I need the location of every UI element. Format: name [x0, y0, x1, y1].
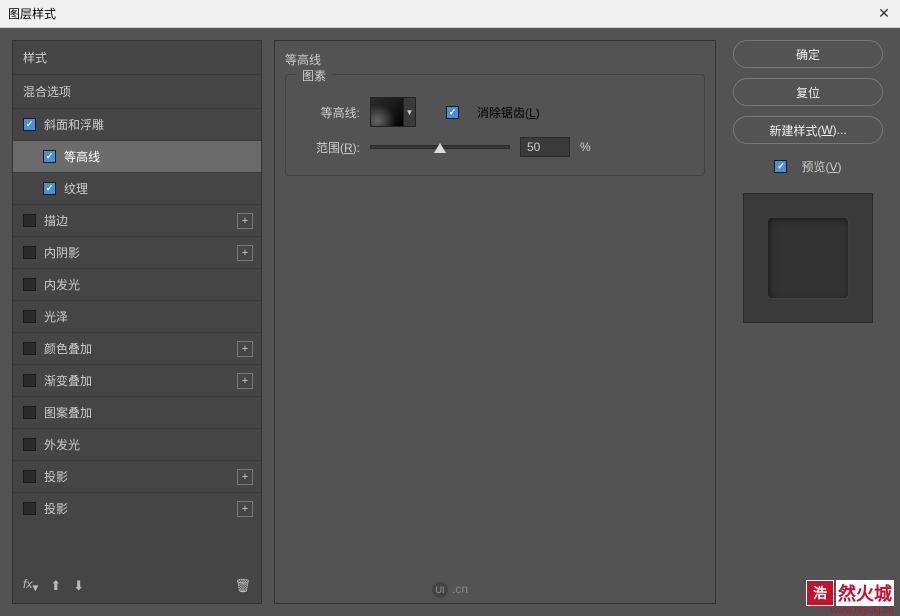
watermark-text: 然火城 — [836, 580, 894, 606]
contour-label: 等高线: — [300, 104, 360, 121]
settings-panel: 等高线 图素 等高线: ▼ 消除锯齿(L) 范围(R): % — [274, 40, 716, 604]
style-checkbox[interactable] — [43, 182, 56, 195]
panel-footer: fx▾ ⬆ ⬇ 🗑 — [13, 568, 261, 603]
style-checkbox[interactable] — [23, 278, 36, 291]
new-style-button[interactable]: 新建样式(W)... — [733, 116, 883, 144]
settings-title: 等高线 — [285, 51, 705, 68]
styles-panel: 样式 混合选项 斜面和浮雕等高线纹理描边 + 内阴影 + 内发光光泽颜色叠加 + 渐变叠加 +… — [12, 40, 262, 604]
preview-toggle[interactable]: 预览(V) — [774, 158, 841, 175]
ok-button[interactable]: 确定 — [733, 40, 883, 68]
style-item-label: 投影 — [44, 500, 68, 517]
style-item-1[interactable]: 等高线 — [13, 140, 261, 172]
style-checkbox[interactable] — [23, 438, 36, 451]
style-item-11[interactable]: 投影 + — [13, 460, 261, 492]
blend-options-header[interactable]: 混合选项 — [13, 74, 261, 108]
style-item-7[interactable]: 颜色叠加 + — [13, 332, 261, 364]
style-checkbox[interactable] — [23, 342, 36, 355]
elements-fieldset: 图素 等高线: ▼ 消除锯齿(L) 范围(R): % — [285, 74, 705, 176]
style-item-label: 外发光 — [44, 436, 80, 453]
style-item-label: 内阴影 — [44, 244, 80, 261]
style-checkbox[interactable] — [23, 310, 36, 323]
style-item-label: 斜面和浮雕 — [44, 116, 104, 133]
range-unit: % — [580, 140, 591, 154]
preview-thumbnail — [743, 193, 873, 323]
style-item-label: 描边 — [44, 212, 68, 229]
preview-sample — [768, 218, 848, 298]
style-item-label: 等高线 — [64, 148, 100, 165]
trash-icon[interactable]: 🗑 — [234, 578, 251, 594]
preview-checkbox[interactable] — [774, 160, 787, 173]
close-icon[interactable]: ✕ — [876, 6, 892, 22]
style-checkbox[interactable] — [23, 502, 36, 515]
style-item-3[interactable]: 描边 + — [13, 204, 261, 236]
add-effect-icon[interactable]: + — [237, 501, 253, 517]
style-item-9[interactable]: 图案叠加 — [13, 396, 261, 428]
style-checkbox[interactable] — [23, 406, 36, 419]
style-item-6[interactable]: 光泽 — [13, 300, 261, 332]
style-checkbox[interactable] — [43, 150, 56, 163]
contour-dropdown-icon[interactable]: ▼ — [404, 97, 416, 127]
style-item-4[interactable]: 内阴影 + — [13, 236, 261, 268]
contour-picker[interactable] — [370, 97, 404, 127]
add-effect-icon[interactable]: + — [237, 245, 253, 261]
add-effect-icon[interactable]: + — [237, 373, 253, 389]
add-effect-icon[interactable]: + — [237, 213, 253, 229]
range-slider[interactable] — [370, 145, 510, 149]
watermark: 浩 然火城 — [806, 580, 894, 606]
style-item-2[interactable]: 纹理 — [13, 172, 261, 204]
range-row: 范围(R): % — [300, 137, 690, 157]
style-item-12[interactable]: 投影 + — [13, 492, 261, 524]
style-item-label: 颜色叠加 — [44, 340, 92, 357]
style-item-8[interactable]: 渐变叠加 + — [13, 364, 261, 396]
style-list: 斜面和浮雕等高线纹理描边 + 内阴影 + 内发光光泽颜色叠加 + 渐变叠加 + 图案叠加外发光投… — [13, 108, 261, 524]
reset-button[interactable]: 复位 — [733, 78, 883, 106]
fx-icon[interactable]: fx▾ — [23, 576, 38, 595]
slider-thumb-icon[interactable] — [434, 143, 446, 153]
range-label[interactable]: 范围(R): — [300, 139, 360, 156]
range-input[interactable] — [520, 137, 570, 157]
antialias-checkbox[interactable] — [446, 106, 459, 119]
main-container: 样式 混合选项 斜面和浮雕等高线纹理描边+内阴影+内发光光泽颜色叠加+渐变叠加+… — [0, 28, 900, 616]
titlebar: 图层样式 ✕ — [0, 0, 900, 28]
styles-header[interactable]: 样式 — [13, 41, 261, 74]
style-item-label: 渐变叠加 — [44, 372, 92, 389]
style-item-label: 投影 — [44, 468, 68, 485]
watermark-url: www.hryckj.cn — [831, 605, 894, 616]
dialog-title: 图层样式 — [8, 5, 56, 22]
style-item-5[interactable]: 内发光 — [13, 268, 261, 300]
style-item-0[interactable]: 斜面和浮雕 — [13, 108, 261, 140]
style-checkbox[interactable] — [23, 374, 36, 387]
brand-logo: UI.cn — [432, 582, 468, 598]
style-item-label: 图案叠加 — [44, 404, 92, 421]
actions-panel: 确定 复位 新建样式(W)... 预览(V) — [728, 40, 888, 604]
fieldset-legend: 图素 — [296, 67, 332, 84]
style-item-label: 内发光 — [44, 276, 80, 293]
arrow-down-icon[interactable]: ⬇ — [73, 578, 84, 594]
style-checkbox[interactable] — [23, 118, 36, 131]
style-item-label: 纹理 — [64, 180, 88, 197]
add-effect-icon[interactable]: + — [237, 341, 253, 357]
contour-row: 等高线: ▼ 消除锯齿(L) — [300, 97, 690, 127]
add-effect-icon[interactable]: + — [237, 469, 253, 485]
style-item-10[interactable]: 外发光 — [13, 428, 261, 460]
style-checkbox[interactable] — [23, 246, 36, 259]
antialias-label[interactable]: 消除锯齿(L) — [477, 104, 540, 121]
watermark-badge: 浩 — [806, 580, 834, 606]
style-item-label: 光泽 — [44, 308, 68, 325]
ui-logo-icon: UI — [432, 582, 448, 598]
arrow-up-icon[interactable]: ⬆ — [50, 578, 61, 594]
style-checkbox[interactable] — [23, 470, 36, 483]
style-checkbox[interactable] — [23, 214, 36, 227]
preview-label: 预览(V) — [801, 158, 841, 175]
